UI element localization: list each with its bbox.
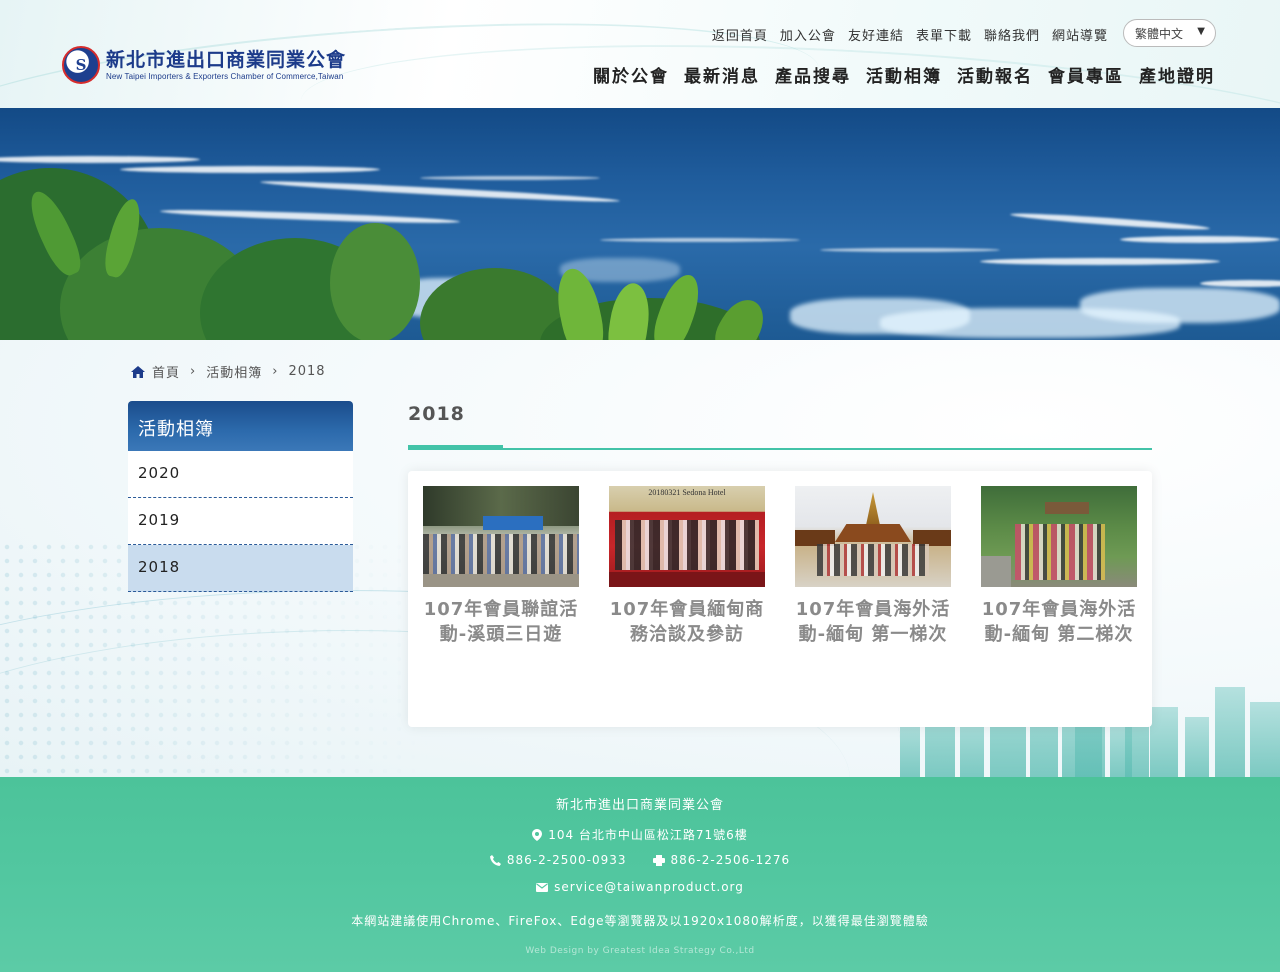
album-card[interactable]: 107年會員海外活動-緬甸 第二梯次 [981, 486, 1137, 647]
title-divider-accent [408, 445, 503, 450]
sidebar-title: 活動相簿 [128, 401, 353, 451]
album-photo[interactable]: 20180321 Sedona Hotel [609, 486, 765, 587]
nav-members[interactable]: 會員專區 [1048, 62, 1124, 87]
breadcrumb-home[interactable]: 首頁 [152, 362, 180, 381]
map-pin-icon [532, 828, 543, 841]
fax-icon [652, 854, 665, 866]
language-select[interactable]: 繁體中文 ▼ [1123, 19, 1216, 47]
album-card[interactable]: 107年會員聯誼活動-溪頭三日遊 [423, 486, 579, 647]
footer-phone-row: 886-2-2500-0933 886-2-2506-1276 [0, 853, 1280, 867]
site-logo[interactable]: S 新北市進出口商業同業公會 New Taipei Importers & Ex… [62, 46, 346, 84]
nav-registration[interactable]: 活動報名 [957, 62, 1033, 87]
breadcrumb-separator-icon: › [190, 364, 197, 379]
language-selected: 繁體中文 [1135, 26, 1184, 41]
nav-about[interactable]: 關於公會 [593, 62, 669, 87]
footer-email-row: service@taiwanproduct.org [0, 880, 1280, 894]
nav-news[interactable]: 最新消息 [684, 62, 760, 87]
sidebar: 活動相簿 2020 2019 2018 [128, 401, 353, 592]
breadcrumb-separator-icon: › [272, 364, 279, 379]
footer-email[interactable]: service@taiwanproduct.org [554, 880, 744, 894]
site-header: S 新北市進出口商業同業公會 New Taipei Importers & Ex… [0, 0, 1280, 108]
footer-address-row: 104 台北市中山區松江路71號6樓 [0, 826, 1280, 843]
nav-origin-cert[interactable]: 產地證明 [1139, 62, 1215, 87]
album-grid: 107年會員聯誼活動-溪頭三日遊 20180321 Sedona Hotel 1… [408, 471, 1152, 727]
sidebar-item-2020[interactable]: 2020 [128, 451, 353, 498]
footer-phone[interactable]: 886-2-2500-0933 [507, 853, 627, 867]
home-icon[interactable] [130, 365, 146, 379]
top-link-forms[interactable]: 表單下載 [916, 25, 972, 44]
hero-banner-image [0, 108, 1280, 340]
logo-name-cn: 新北市進出口商業同業公會 [106, 49, 347, 71]
page-content: 首頁 › 活動相簿 › 2018 活動相簿 2020 2019 2018 201… [0, 340, 1280, 777]
top-link-contact[interactable]: 聯絡我們 [984, 25, 1040, 44]
caret-down-icon: ▼ [1197, 26, 1205, 37]
top-link-friends[interactable]: 友好連結 [848, 25, 904, 44]
album-photo[interactable] [423, 486, 579, 587]
phone-icon [489, 854, 501, 866]
top-utility-nav: 返回首頁 加入公會 友好連結 表單下載 聯絡我們 網站導覽 [712, 25, 1108, 44]
album-title[interactable]: 107年會員海外活動-緬甸 第一梯次 [795, 597, 951, 647]
page-title: 2018 [408, 403, 465, 425]
logo-name-en: New Taipei Importers & Exporters Chamber… [106, 72, 344, 81]
breadcrumb-current: 2018 [288, 364, 326, 379]
top-link-join[interactable]: 加入公會 [780, 25, 836, 44]
main-nav: 關於公會 最新消息 產品搜尋 活動相簿 活動報名 會員專區 產地證明 [593, 62, 1215, 87]
sidebar-item-2019[interactable]: 2019 [128, 498, 353, 545]
footer-credit[interactable]: Web Design by Greatest Idea Strategy Co.… [0, 946, 1280, 956]
album-photo[interactable] [795, 486, 951, 587]
album-card[interactable]: 20180321 Sedona Hotel 107年會員緬甸商務洽談及參訪 [609, 486, 765, 647]
breadcrumb: 首頁 › 活動相簿 › 2018 [130, 362, 326, 381]
footer-fax: 886-2-2506-1276 [670, 853, 791, 867]
breadcrumb-section[interactable]: 活動相簿 [206, 362, 262, 381]
top-link-home[interactable]: 返回首頁 [712, 25, 768, 44]
site-footer: 新北市進出口商業同業公會 104 台北市中山區松江路71號6樓 886-2-25… [0, 777, 1280, 972]
nav-albums[interactable]: 活動相簿 [866, 62, 942, 87]
album-card[interactable]: 107年會員海外活動-緬甸 第一梯次 [795, 486, 951, 647]
footer-address: 104 台北市中山區松江路71號6樓 [548, 828, 748, 842]
logo-emblem-icon: S [62, 46, 100, 84]
mail-icon [536, 882, 549, 892]
footer-browser-note: 本網站建議使用Chrome、FireFox、Edge等瀏覽器及以1920x108… [351, 914, 929, 928]
album-title[interactable]: 107年會員聯誼活動-溪頭三日遊 [423, 597, 579, 647]
top-link-sitemap[interactable]: 網站導覽 [1052, 25, 1108, 44]
title-divider [408, 448, 1152, 450]
album-photo-caption: 20180321 Sedona Hotel [648, 488, 726, 497]
album-photo[interactable] [981, 486, 1137, 587]
nav-product-search[interactable]: 產品搜尋 [775, 62, 851, 87]
album-title[interactable]: 107年會員緬甸商務洽談及參訪 [609, 597, 765, 647]
sidebar-item-2018[interactable]: 2018 [128, 545, 353, 592]
album-title[interactable]: 107年會員海外活動-緬甸 第二梯次 [981, 597, 1137, 647]
footer-org-name: 新北市進出口商業同業公會 [555, 798, 724, 813]
